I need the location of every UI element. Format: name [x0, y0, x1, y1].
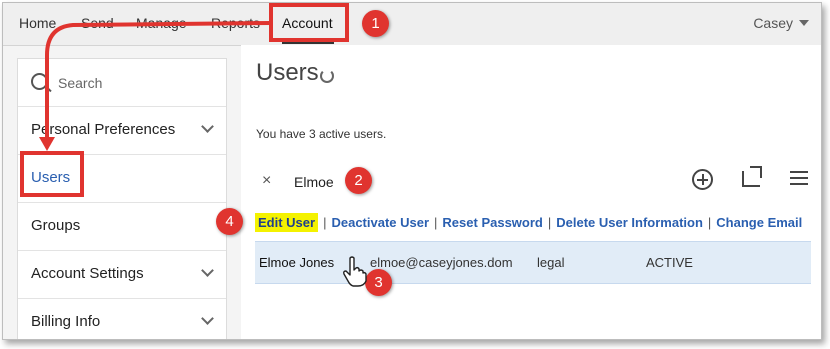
app-window: Home Send Manage Reports Account Casey S…: [2, 2, 822, 340]
callout-badge-4: 4: [216, 208, 243, 235]
callout-badge-3: 3: [365, 269, 392, 296]
callout-arrow: [39, 21, 272, 151]
callout-badge-2: 2: [345, 167, 372, 194]
hand-cursor-icon: [343, 256, 367, 287]
callout-badge-1: 1: [362, 10, 389, 37]
